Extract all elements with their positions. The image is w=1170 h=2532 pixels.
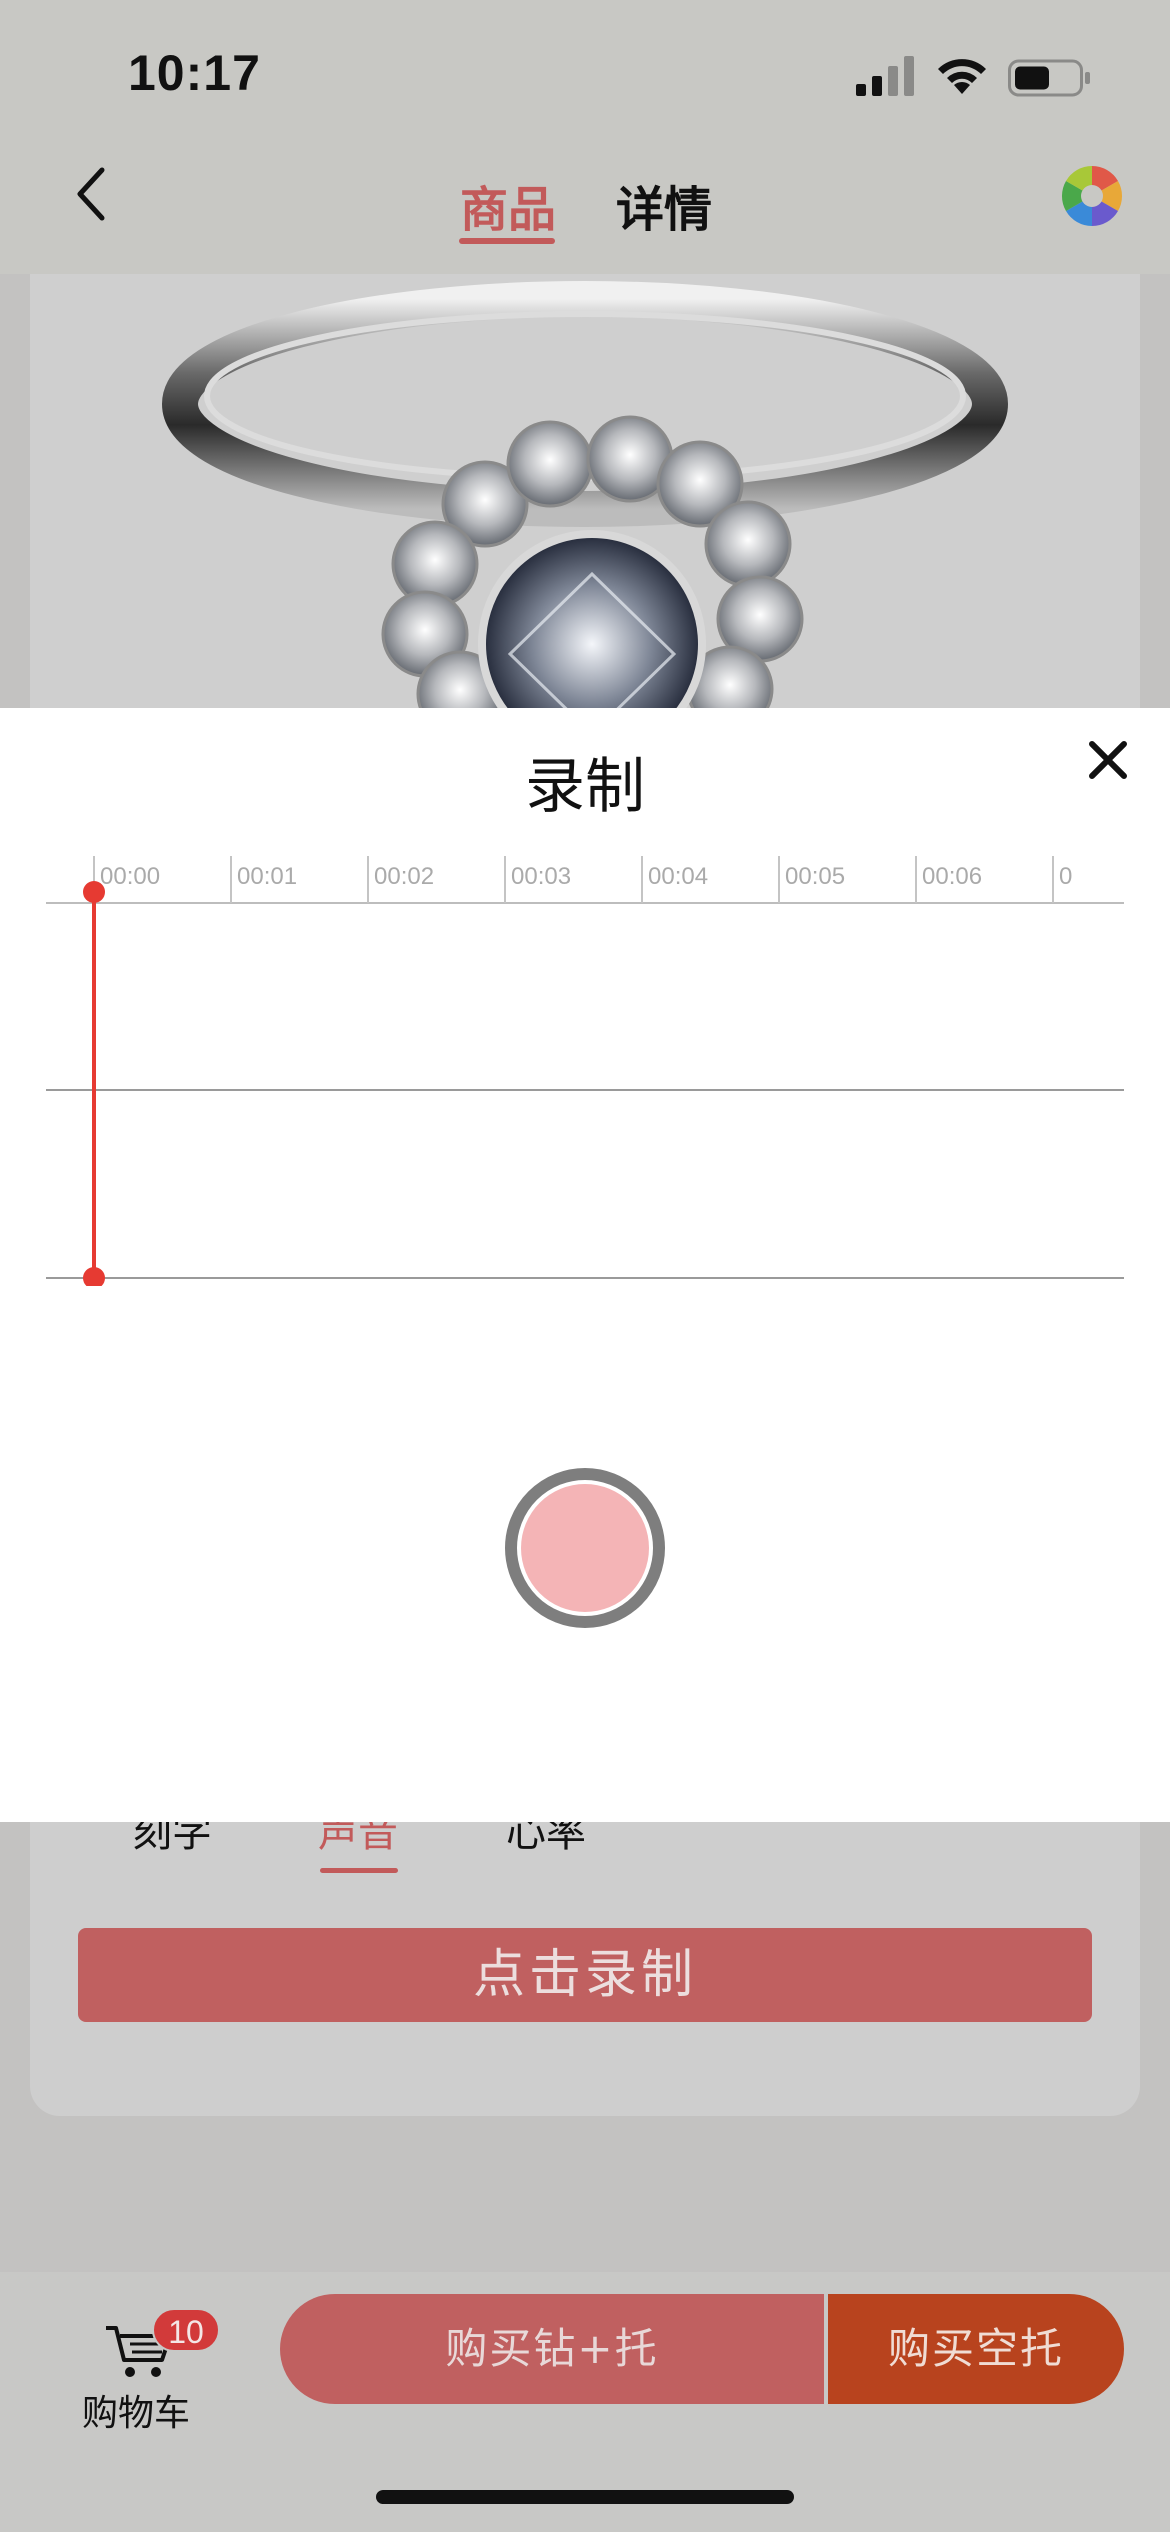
diamond-ring-image (30, 274, 1140, 714)
nav-bar: 商品 详情 (0, 140, 1170, 274)
timeline-tick-label: 00:01 (237, 863, 297, 890)
timeline-tick-label: 00:05 (785, 863, 845, 890)
tab-active-indicator (459, 238, 555, 244)
sub-tab-active-indicator (320, 1868, 398, 1873)
tab-goods[interactable]: 商品 (460, 170, 556, 240)
timeline-tick-label: 0 (1059, 863, 1072, 890)
cart-count-badge: 10 (152, 2308, 220, 2352)
tab-heart-rate[interactable]: 心率 (506, 1822, 586, 1858)
customize-area: 刻字 声音 心率 点击录制 (0, 1822, 1170, 2272)
aperture-icon[interactable] (1060, 164, 1124, 228)
status-bar: 10:17 (0, 0, 1170, 140)
cart-button[interactable]: 10 购物车 (72, 2292, 220, 2434)
record-button[interactable] (505, 1468, 665, 1628)
timeline-tick-label: 00:06 (922, 863, 982, 890)
sheet-title: 录制 (525, 752, 645, 822)
playhead[interactable] (83, 881, 105, 1286)
cellular-signal-icon (856, 56, 914, 96)
buy-diamond-setting-button[interactable]: 购买钻+托 (280, 2294, 824, 2404)
tab-sound[interactable]: 声音 (318, 1822, 398, 1858)
cart-label: 购物车 (82, 2393, 191, 2434)
record-button-core (521, 1484, 649, 1612)
tab-engrave[interactable]: 刻字 (132, 1822, 212, 1858)
battery-icon (1008, 59, 1090, 97)
home-indicator (376, 2490, 794, 2504)
product-area (0, 274, 1170, 714)
timeline-tick-label: 00:04 (648, 863, 708, 890)
wifi-icon (938, 59, 986, 94)
timeline-tick-label: 00:00 (100, 863, 160, 890)
record-sheet: 录制 00:00 00:01 00:02 00:03 00:04 00:05 00:06 0 (0, 708, 1170, 1822)
customize-card: 刻字 声音 心率 点击录制 (30, 1822, 1140, 2116)
tab-detail[interactable]: 详情 (616, 170, 712, 240)
audio-timeline[interactable]: 00:00 00:01 00:02 00:03 00:04 00:05 00:06 0 (46, 826, 1124, 1286)
buy-empty-setting-button[interactable]: 购买空托 (828, 2294, 1124, 2404)
timeline-tick-label: 00:02 (374, 863, 434, 890)
click-record-button[interactable]: 点击录制 (78, 1928, 1092, 2022)
timeline-tick-label: 00:03 (511, 863, 571, 890)
status-time: 10:17 (128, 45, 261, 101)
close-icon[interactable] (1086, 738, 1130, 782)
chevron-left-icon[interactable] (72, 164, 112, 224)
